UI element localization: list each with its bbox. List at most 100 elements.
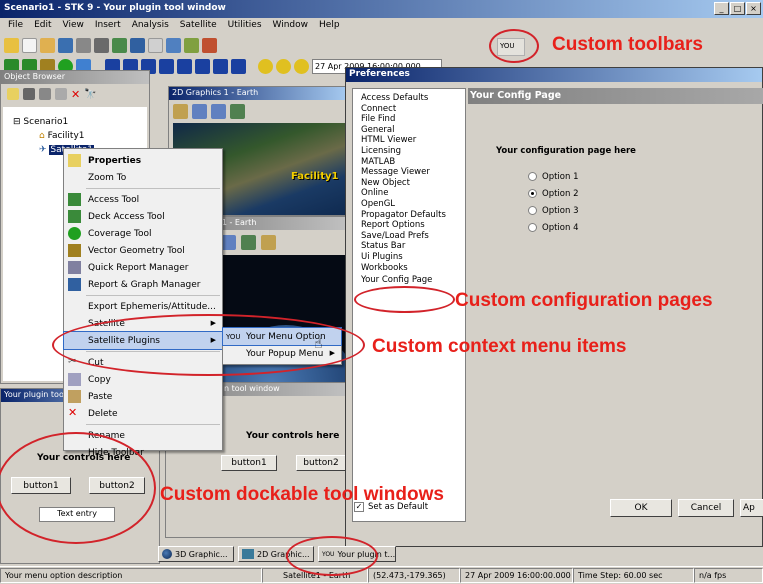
map-view-icon[interactable] [241, 234, 256, 250]
object-browser-toolbar: ✕ 🔭 [1, 84, 149, 104]
faster-icon[interactable] [231, 58, 246, 74]
window-taskbar: 3D Graphic... 2D Graphic... YOU Your plug… [150, 544, 763, 566]
option-group: Option 1 Option 2 Option 3 Option 4 [528, 168, 578, 236]
step-forward-icon[interactable] [195, 58, 210, 74]
cancel-button[interactable]: Cancel [678, 499, 734, 517]
apply-button[interactable]: Ap [740, 499, 763, 517]
zoom-out-icon[interactable] [211, 103, 226, 119]
cut-icon[interactable] [94, 37, 109, 53]
ctx-zoom-to[interactable]: Zoom To [64, 169, 222, 186]
window-icon[interactable] [166, 37, 181, 53]
clock-icon[interactable] [294, 58, 309, 74]
ctx-quick-report[interactable]: Quick Report Manager [64, 259, 222, 276]
menu-satellite[interactable]: Satellite [180, 20, 217, 32]
ctx-paste[interactable]: Paste [64, 388, 222, 405]
menu-utilities[interactable]: Utilities [228, 20, 262, 32]
ctx-deck-access[interactable]: Deck Access Tool [64, 208, 222, 225]
chart-icon[interactable] [202, 37, 217, 53]
radio-selected-icon [528, 189, 537, 198]
new-icon[interactable] [22, 37, 37, 53]
xreal-icon[interactable] [276, 58, 291, 74]
pref-your-config-page[interactable]: Your Config Page [361, 275, 465, 286]
docked-button2[interactable]: button2 [296, 455, 346, 471]
menu-window[interactable]: Window [273, 20, 309, 32]
print-icon[interactable] [76, 37, 91, 53]
realtime-icon[interactable] [258, 58, 273, 74]
option-2-radio[interactable]: Option 2 [528, 185, 578, 202]
map-icon[interactable] [184, 37, 199, 53]
graphics-2d-top-title: 2D Graphics 1 - Earth [169, 87, 347, 100]
callout-custom-config-pages: Custom configuration pages [455, 290, 713, 311]
access-icon [68, 193, 81, 206]
ctx-delete[interactable]: ✕ Delete [64, 405, 222, 422]
docked-button1[interactable]: button1 [221, 455, 277, 471]
pref-status-bar[interactable]: Status Bar [361, 241, 465, 252]
find-icon[interactable]: 🔭 [84, 89, 96, 100]
pref-opengl[interactable]: OpenGL [361, 199, 465, 210]
pref-report-options[interactable]: Report Options [361, 220, 465, 231]
open-icon[interactable] [40, 37, 55, 53]
pref-online[interactable]: Online [361, 188, 465, 199]
tools-icon[interactable] [112, 37, 127, 53]
zoom-in-icon[interactable] [192, 103, 207, 119]
menu-edit[interactable]: Edit [34, 20, 51, 32]
pref-message-viewer[interactable]: Message Viewer [361, 167, 465, 178]
ctx-export-ephemeris[interactable]: Export Ephemeris/Attitude... [64, 298, 222, 315]
pause-icon[interactable] [159, 58, 174, 74]
pref-propagator-defaults[interactable]: Propagator Defaults [361, 210, 465, 221]
ctx-vector-geometry[interactable]: Vector Geometry Tool [64, 242, 222, 259]
globe-icon [162, 549, 172, 559]
pref-connect[interactable]: Connect [361, 104, 465, 115]
report-icon[interactable] [130, 37, 145, 53]
ctx-coverage-tool[interactable]: Coverage Tool [64, 225, 222, 242]
ctx-properties[interactable]: Properties [64, 152, 222, 169]
option-3-radio[interactable]: Option 3 [528, 202, 578, 219]
maximize-button[interactable]: □ [730, 2, 745, 15]
pref-new-object[interactable]: New Object [361, 178, 465, 189]
properties-icon[interactable] [173, 103, 188, 119]
pref-file-find[interactable]: File Find [361, 114, 465, 125]
pref-html-viewer[interactable]: HTML Viewer [361, 135, 465, 146]
zoom-icon[interactable] [221, 234, 236, 250]
play-icon[interactable] [177, 58, 192, 74]
pref-save-load[interactable]: Save/Load Prefs [361, 231, 465, 242]
tree-item-scenario[interactable]: ⊟ Scenario1 [13, 117, 68, 127]
new-scenario-icon[interactable] [4, 37, 19, 53]
status-time-step: Time Step: 60.00 sec [573, 568, 694, 583]
menu-help[interactable]: Help [319, 20, 340, 32]
ctx-access-tool[interactable]: Access Tool [64, 191, 222, 208]
menu-insert[interactable]: Insert [95, 20, 121, 32]
option-4-radio[interactable]: Option 4 [528, 219, 578, 236]
copy-icon[interactable] [39, 88, 51, 100]
context-highlight-ellipse [52, 314, 365, 376]
grid-icon[interactable] [148, 37, 163, 53]
menu-file[interactable]: File [8, 20, 23, 32]
pref-workbooks[interactable]: Workbooks [361, 263, 465, 274]
option-1-radio[interactable]: Option 1 [528, 168, 578, 185]
ok-button[interactable]: OK [610, 499, 672, 517]
pref-ui-plugins[interactable]: Ui Plugins [361, 252, 465, 263]
ctx-report-graph[interactable]: Report & Graph Manager [64, 276, 222, 293]
menu-view[interactable]: View [63, 20, 84, 32]
map-icon [242, 549, 254, 559]
pref-licensing[interactable]: Licensing [361, 146, 465, 157]
menu-analysis[interactable]: Analysis [132, 20, 169, 32]
close-button[interactable]: × [746, 2, 761, 15]
save-icon[interactable] [58, 37, 73, 53]
pref-general[interactable]: General [361, 125, 465, 136]
map-view-icon[interactable] [230, 103, 245, 119]
cut-icon[interactable] [23, 88, 35, 100]
delete-icon[interactable]: ✕ [71, 88, 80, 101]
paste-icon[interactable] [55, 88, 67, 100]
task-3d-graphics[interactable]: 3D Graphic... [158, 546, 234, 562]
minimize-button[interactable]: _ [714, 2, 729, 15]
tree-item-facility[interactable]: ⌂ Facility1 [39, 131, 85, 141]
pref-matlab[interactable]: MATLAB [361, 157, 465, 168]
status-bar: Your menu option description Satellite1 … [0, 566, 763, 584]
slower-icon[interactable] [213, 58, 228, 74]
folder-icon[interactable] [7, 88, 19, 100]
pref-access-defaults[interactable]: Access Defaults [361, 93, 465, 104]
satellite-icon[interactable] [261, 234, 276, 250]
paste-icon [68, 390, 81, 403]
standard-toolbar [0, 34, 340, 56]
